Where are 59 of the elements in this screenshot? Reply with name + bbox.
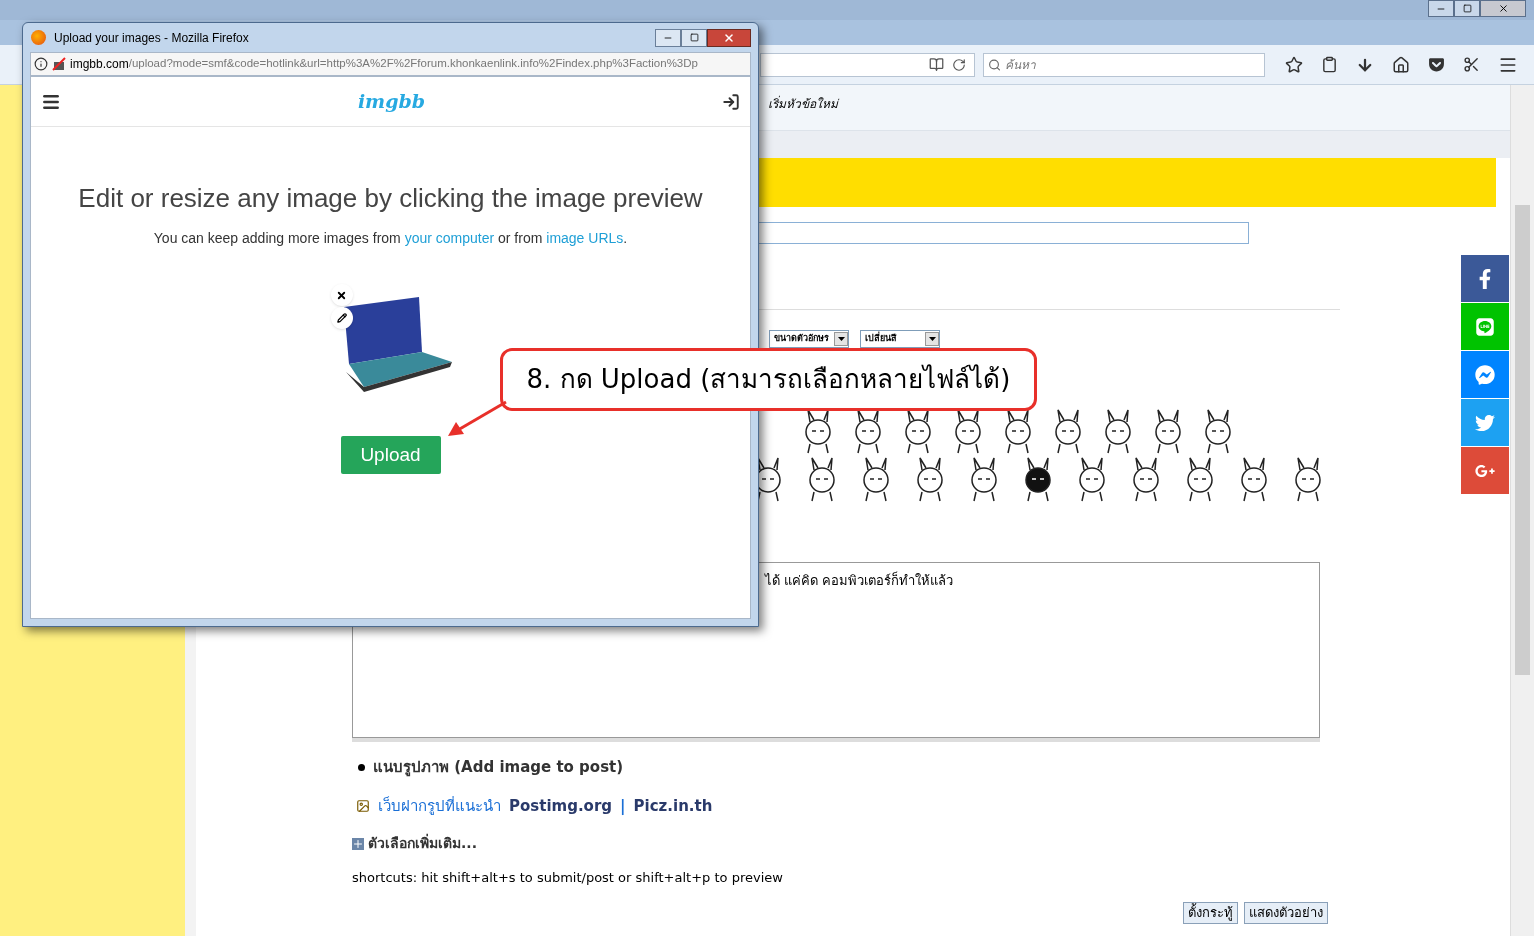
link-separator: |	[620, 795, 626, 817]
minimize-button[interactable]	[655, 28, 681, 47]
format-dropdown[interactable]: ขนาดตัวอักษร	[769, 330, 849, 348]
share-button[interactable]	[1461, 447, 1509, 494]
clipboard-icon[interactable]	[1321, 56, 1338, 73]
scissors-icon[interactable]	[1463, 56, 1480, 73]
edit-image-button[interactable]	[330, 307, 353, 329]
popup-url-bar[interactable]: imgbb.com/upload?mode=smf&code=hotlink&url=http%3A%2F%2Fforum.khonkaenlink.info%2Findex.php%3Faction%3Dp	[30, 52, 751, 76]
search-icon	[988, 57, 1002, 72]
form-button[interactable]: ตั้งกระทู้	[1183, 901, 1238, 924]
bullet-icon	[358, 763, 365, 771]
search-input[interactable]: ค้นหา	[1005, 55, 1260, 74]
sign-in-icon[interactable]	[722, 92, 740, 111]
close-button[interactable]	[707, 28, 751, 47]
window-title: Upload your images - Mozilla Firefox	[54, 29, 250, 47]
remove-image-button[interactable]	[330, 284, 353, 306]
search-field[interactable]: ค้นหา	[983, 52, 1265, 77]
info-icon	[34, 57, 48, 71]
close-icon	[1497, 3, 1509, 14]
more-options-link[interactable]: ตัวเลือกเพิ่มเติม...	[368, 833, 477, 854]
share-icon	[1475, 364, 1495, 385]
pencil-icon	[336, 313, 347, 323]
attach-heading: แนบรูปภาพ (Add image to post)	[373, 757, 624, 779]
reader-view-icon[interactable]	[929, 57, 944, 72]
maximize-button[interactable]	[1454, 0, 1480, 17]
maximize-icon	[1462, 4, 1472, 13]
url-host: imgbb.com	[70, 56, 129, 73]
home-icon[interactable]	[1392, 55, 1410, 74]
close-icon	[336, 289, 347, 301]
share-button[interactable]	[1461, 399, 1509, 446]
form-button[interactable]: แสดงตัวอย่าง	[1244, 901, 1328, 924]
upload-heading: Edit or resize any image by clicking the image preview	[78, 182, 703, 215]
host-link[interactable]: Postimg.org	[509, 794, 613, 817]
share-button[interactable]	[1461, 255, 1509, 302]
address-bar[interactable]	[760, 52, 975, 77]
minimize-button[interactable]	[1428, 0, 1454, 17]
close-icon	[723, 31, 735, 44]
close-button[interactable]	[1480, 0, 1526, 17]
maximize-icon	[689, 33, 699, 42]
share-icon	[1475, 316, 1495, 337]
image-hosts-label: เว็บฝากรูปที่แนะนำ	[378, 795, 501, 817]
pocket-icon[interactable]	[1428, 56, 1445, 73]
share-icon	[1475, 412, 1495, 433]
reload-icon[interactable]	[952, 57, 966, 72]
share-button[interactable]	[1461, 351, 1509, 398]
maximize-button[interactable]	[681, 28, 707, 47]
image-icon	[356, 798, 370, 813]
bookmark-star-icon[interactable]	[1285, 55, 1303, 74]
message-text: ได้ แค่คิด คอมพิวเตอร์ก็ทำให้แล้ว	[765, 573, 954, 588]
upload-subtext: You can keep adding more images from your computer or from image URLs.	[153, 229, 628, 248]
host-link[interactable]: Picz.in.th	[633, 794, 713, 817]
insecure-lock-icon	[52, 57, 66, 71]
breadcrumb-text: เริ่มหัวข้อใหม่	[768, 97, 838, 111]
expand-icon[interactable]	[352, 837, 364, 850]
shortcuts-text: shortcuts: hit shift+alt+s to submit/post or shift+alt+p to preview	[352, 869, 784, 887]
format-dropdown[interactable]: เปลี่ยนสี	[860, 330, 940, 348]
url-path: /upload?mode=smf&code=hotlink&url=http%3A%2F%2Fforum.khonkaenlink.info%2Findex.php%3Faction%3Dp	[128, 56, 698, 70]
firefox-logo-icon	[31, 30, 46, 45]
callout-text: 8. กด Upload (สามารถเลือกหลายไฟล์ได้)	[526, 363, 1011, 396]
